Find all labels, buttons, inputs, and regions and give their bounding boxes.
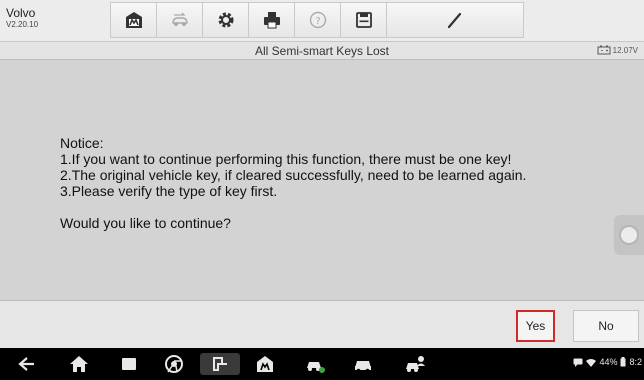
save-button[interactable] <box>340 2 386 38</box>
nav-vci-button[interactable] <box>200 353 240 375</box>
wifi-icon <box>586 358 597 367</box>
floating-assist-button[interactable] <box>614 215 644 255</box>
notice-line-3: 3.Please verify the type of key first. <box>60 183 278 199</box>
system-navigation-bar: 44% 8:2 <box>0 348 644 380</box>
edit-icon <box>447 12 462 29</box>
nav-home-button[interactable] <box>68 354 90 374</box>
nav-back-button[interactable] <box>16 354 38 374</box>
tool-buttons: ? <box>110 2 524 38</box>
help-button[interactable]: ? <box>294 2 340 38</box>
home-button[interactable] <box>110 2 156 38</box>
autel-home-icon <box>257 356 273 372</box>
print-icon <box>263 12 280 29</box>
browser-icon <box>165 355 183 373</box>
save-icon <box>355 12 372 28</box>
battery-icon <box>620 357 626 367</box>
nav-autel-home-button[interactable] <box>254 354 276 374</box>
nav-car-button[interactable] <box>352 354 374 374</box>
help-icon: ? <box>309 11 326 29</box>
notice-message: Notice: 1.If you want to continue perfor… <box>60 135 526 231</box>
nav-vehicle-service-button[interactable] <box>304 354 326 374</box>
vehicle-swap-icon <box>171 12 188 26</box>
vehicle-swap-button[interactable] <box>156 2 202 38</box>
car-icon <box>355 361 371 373</box>
nav-recents-button[interactable] <box>118 354 140 374</box>
settings-button[interactable] <box>202 2 248 38</box>
car-battery-icon <box>597 45 611 55</box>
brand-block: Volvo V2.20.10 <box>6 7 38 31</box>
clock: 8:2 <box>629 357 642 367</box>
assist-dot-icon <box>619 225 639 245</box>
battery-voltage-indicator: 12.07V <box>597 45 638 55</box>
home-icon <box>70 356 88 372</box>
message-panel: Notice: 1.If you want to continue perfor… <box>0 60 644 300</box>
nav-vehicle-user-button[interactable] <box>404 354 426 374</box>
page-title: All Semi-smart Keys Lost <box>254 44 390 58</box>
vehicle-make: Volvo <box>6 6 36 20</box>
yes-button[interactable]: Yes <box>516 310 555 342</box>
voltage-value: 12.07V <box>612 45 638 55</box>
diagnostic-app: Volvo V2.20.10 ? All Semi-smart Keys Los… <box>0 0 644 380</box>
message-icon <box>573 358 583 367</box>
notice-heading: Notice: <box>60 135 104 151</box>
recents-icon <box>122 358 136 370</box>
continue-question: Would you like to continue? <box>60 215 231 231</box>
svg-text:?: ? <box>315 16 320 27</box>
system-status-area: 44% 8:2 <box>573 357 642 367</box>
vehicle-service-icon <box>307 362 325 373</box>
function-title-bar: All Semi-smart Keys Lost 12.07V <box>0 42 644 60</box>
software-version: V2.20.10 <box>6 20 39 29</box>
back-icon <box>18 357 34 371</box>
top-toolbar: Volvo V2.20.10 ? <box>0 0 644 42</box>
notice-line-2: 2.The original vehicle key, if cleared s… <box>60 167 527 183</box>
action-button-bar: Yes No <box>0 300 644 348</box>
settings-icon <box>218 12 233 28</box>
battery-percent: 44% <box>599 357 618 367</box>
vci-icon <box>213 357 227 371</box>
home-icon <box>125 12 142 28</box>
edit-button[interactable] <box>386 2 524 38</box>
vehicle-user-icon <box>406 356 425 372</box>
notice-line-1: 1.If you want to continue performing thi… <box>60 151 512 167</box>
nav-browser-button[interactable] <box>163 354 185 374</box>
print-button[interactable] <box>248 2 294 38</box>
no-button[interactable]: No <box>573 310 639 342</box>
